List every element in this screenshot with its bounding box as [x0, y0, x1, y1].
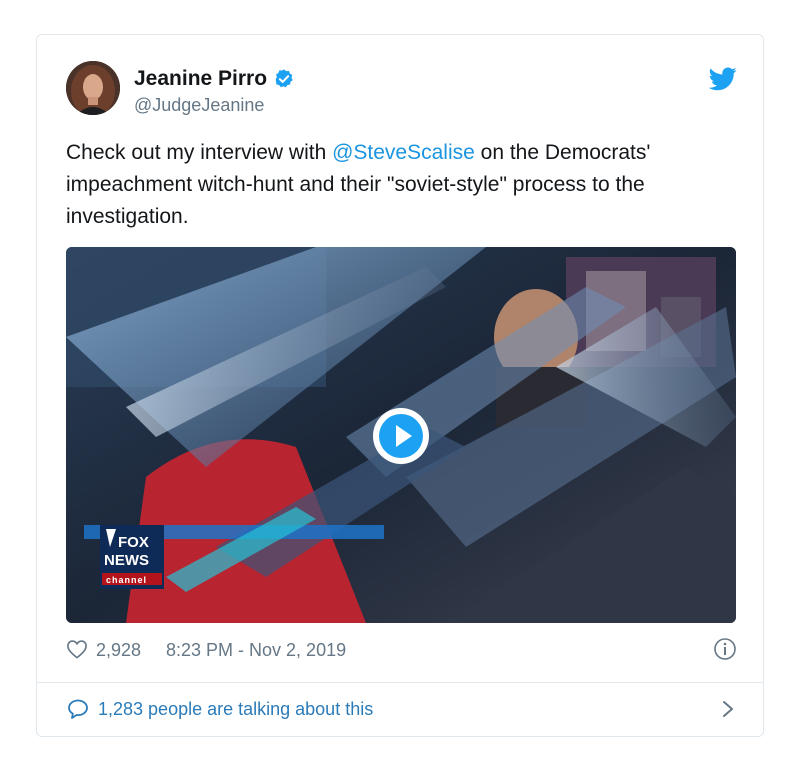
twitter-bird-icon[interactable] — [709, 67, 737, 91]
verified-badge-icon — [275, 69, 293, 88]
tweet-text-start: Check out my interview with — [66, 141, 333, 164]
mention-link[interactable]: @SteveScalise — [332, 141, 475, 164]
chevron-right-icon — [723, 701, 733, 717]
fox-logo-line2: NEWS — [104, 552, 149, 569]
author-handle[interactable]: @JudgeJeanine — [134, 94, 264, 116]
tweet-text: Check out my interview with @SteveScalis… — [66, 137, 736, 233]
embedded-tweet-card: Jeanine Pirro @JudgeJeanine Check out my… — [36, 34, 764, 737]
avatar[interactable] — [66, 61, 120, 115]
info-icon[interactable] — [713, 637, 737, 661]
conversation-label: 1,283 people are talking about this — [98, 699, 374, 719]
avatar-image — [66, 61, 120, 115]
fox-logo-line3: channel — [106, 575, 147, 585]
tweet-meta: 2,928 8:23 PM - Nov 2, 2019 — [66, 637, 737, 663]
like-count[interactable]: 2,928 — [96, 639, 141, 661]
card-divider — [37, 682, 763, 683]
play-icon[interactable] — [371, 406, 431, 466]
author-name-row: Jeanine Pirro — [134, 67, 295, 91]
like-heart-icon[interactable] — [66, 639, 88, 659]
conversation-link[interactable]: 1,283 people are talking about this — [66, 695, 737, 723]
video-player[interactable]: FOX NEWS channel — [66, 247, 736, 623]
fox-logo-line1: FOX — [118, 534, 149, 551]
tweet-header: Jeanine Pirro @JudgeJeanine — [66, 61, 739, 119]
fox-news-logo: FOX NEWS channel — [100, 525, 164, 589]
reply-bubble-icon — [68, 699, 88, 719]
tweet-timestamp[interactable]: 8:23 PM - Nov 2, 2019 — [166, 639, 346, 661]
author-display-name[interactable]: Jeanine Pirro — [134, 67, 267, 91]
